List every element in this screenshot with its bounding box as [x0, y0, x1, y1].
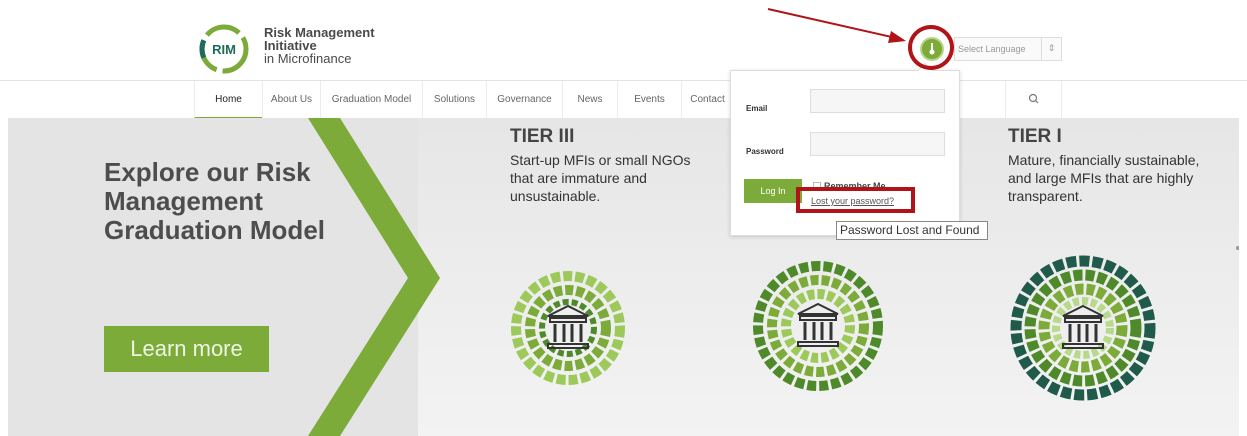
logo-line-3: in Microfinance [264, 51, 352, 66]
nav-item-about-us[interactable]: About Us [262, 81, 320, 119]
nav-item-contact[interactable]: Contact [681, 81, 733, 119]
nav-item-graduation-model[interactable]: Graduation Model [320, 81, 422, 119]
bank-icon [797, 302, 839, 347]
rim-logo[interactable]: RIM [194, 24, 254, 74]
hero-slider: Explore our Risk Management Graduation M… [8, 118, 1239, 436]
language-select[interactable]: Select Language ⇕ [954, 37, 1062, 61]
logo-wordmark[interactable]: Risk Management Initiative in Microfinan… [264, 26, 375, 65]
tier-1-emblem [1010, 255, 1156, 401]
select-caret-icon: ⇕ [1041, 38, 1061, 60]
language-select-label: Select Language [958, 44, 1026, 54]
annotation-highlight-circle [908, 25, 954, 70]
nav-item-events[interactable]: Events [617, 81, 681, 119]
tier-1-description: Mature, financially sustainable, and lar… [1008, 152, 1200, 204]
tier-2-emblem [753, 261, 883, 391]
lost-password-tooltip: Password Lost and Found [836, 221, 988, 240]
tier-1-name: TIER I [1008, 126, 1062, 147]
main-nav: Home About Us Graduation Model Solutions… [0, 80, 1247, 119]
hero-title: Explore our Risk Management Graduation M… [104, 157, 325, 245]
slider-pagination-dot[interactable] [1236, 246, 1239, 250]
learn-more-button[interactable]: Learn more [104, 326, 269, 372]
search-icon [1028, 93, 1039, 104]
password-field[interactable] [810, 132, 945, 156]
logo-badge-text: RIM [212, 42, 236, 57]
tier-3-name: TIER III [510, 126, 575, 147]
nav-item-news[interactable]: News [562, 81, 617, 119]
nav-item-home[interactable]: Home [194, 81, 262, 119]
email-field[interactable] [810, 89, 945, 113]
bank-icon [547, 304, 589, 349]
bank-icon [1062, 304, 1104, 349]
nav-item-solutions[interactable]: Solutions [422, 81, 486, 119]
tier-3-description: Start-up MFIs or small NGOs that are imm… [510, 152, 691, 204]
nav-search-button[interactable] [1005, 81, 1062, 119]
site-header: RIM Risk Management Initiative in Microf… [0, 0, 1247, 80]
log-in-button[interactable]: Log In [744, 179, 802, 203]
annotation-highlight-rect [796, 187, 915, 213]
password-label: Password [746, 147, 784, 156]
tier-3-emblem [511, 271, 625, 385]
nav-item-governance[interactable]: Governance [486, 81, 562, 119]
email-label: Email [746, 104, 768, 113]
